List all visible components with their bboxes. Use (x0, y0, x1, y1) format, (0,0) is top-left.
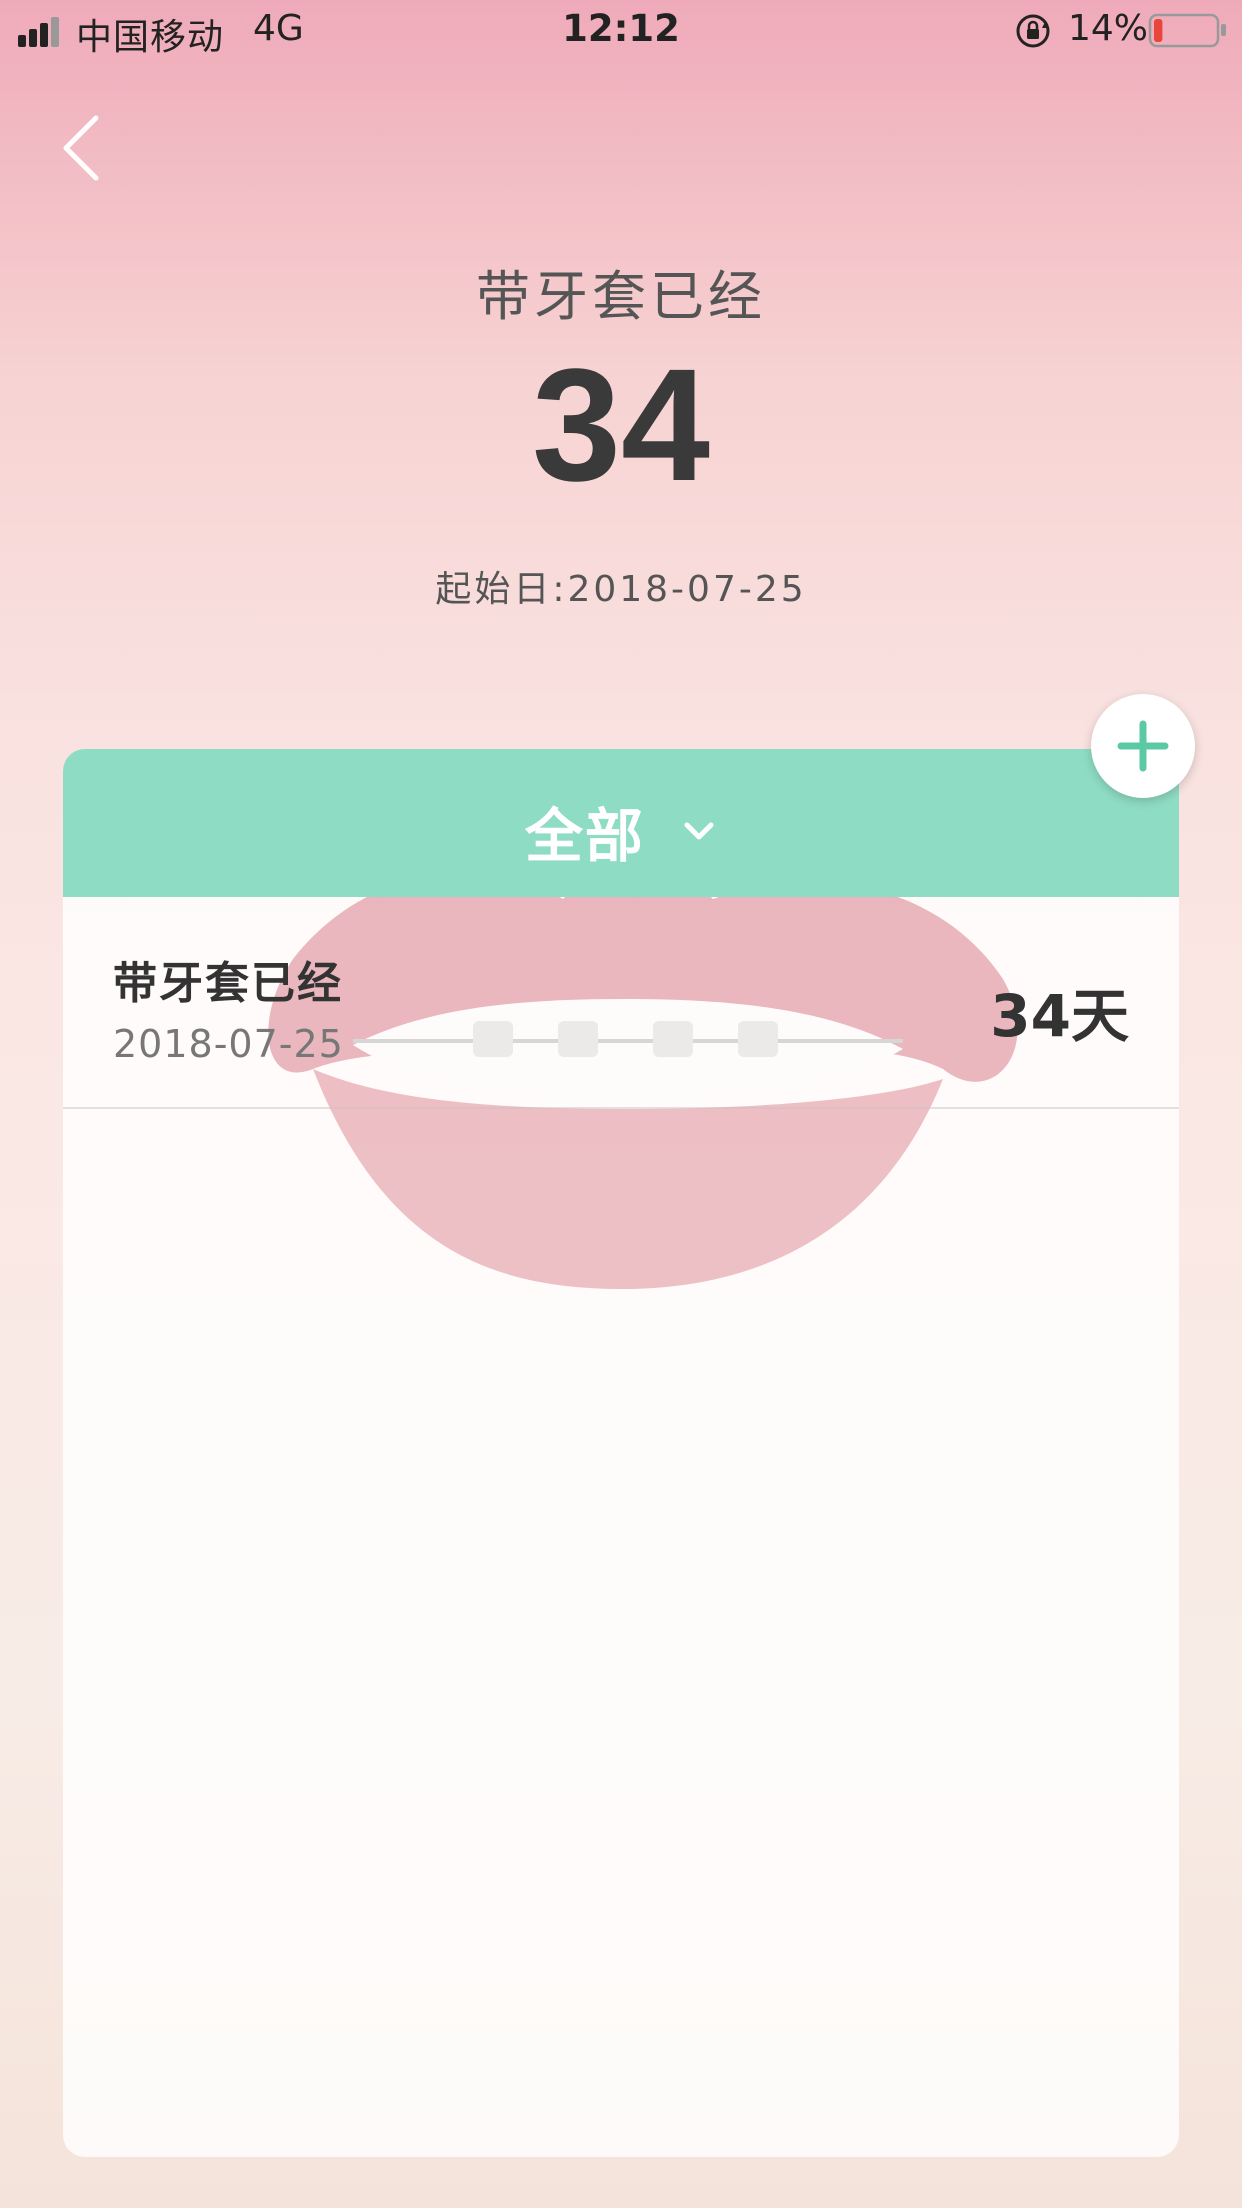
chevron-down-icon (684, 822, 714, 840)
rotation-lock-icon (1016, 14, 1050, 48)
battery-percentage: 14% (1068, 8, 1149, 49)
counter-caption: 带牙套已经 (476, 265, 766, 328)
list-item[interactable]: 带牙套已经 2018-07-25 34天 (63, 897, 1179, 1109)
add-button[interactable] (1091, 694, 1195, 798)
item-date: 2018-07-25 (113, 1022, 344, 1066)
plus-icon (1117, 720, 1169, 772)
status-time: 12:12 (562, 7, 680, 50)
back-button[interactable] (50, 108, 120, 188)
battery-low-icon (1148, 13, 1226, 48)
item-title: 带牙套已经 (113, 958, 343, 1009)
day-counter: 34 (532, 335, 710, 514)
item-day-count: 34天 (990, 982, 1129, 1050)
status-bar: 中国移动 4G 12:12 14% (0, 0, 1242, 60)
filter-label: 全部 (524, 802, 645, 870)
filter-dropdown[interactable]: 全部 (63, 749, 1179, 897)
chevron-left-icon (63, 115, 99, 181)
filter-label-row: 全部 (63, 789, 1179, 873)
start-date-label: 起始日:2018-07-25 (435, 569, 807, 610)
events-card: 全部 带牙套已经 2018-07-25 34天 (63, 749, 1179, 2157)
